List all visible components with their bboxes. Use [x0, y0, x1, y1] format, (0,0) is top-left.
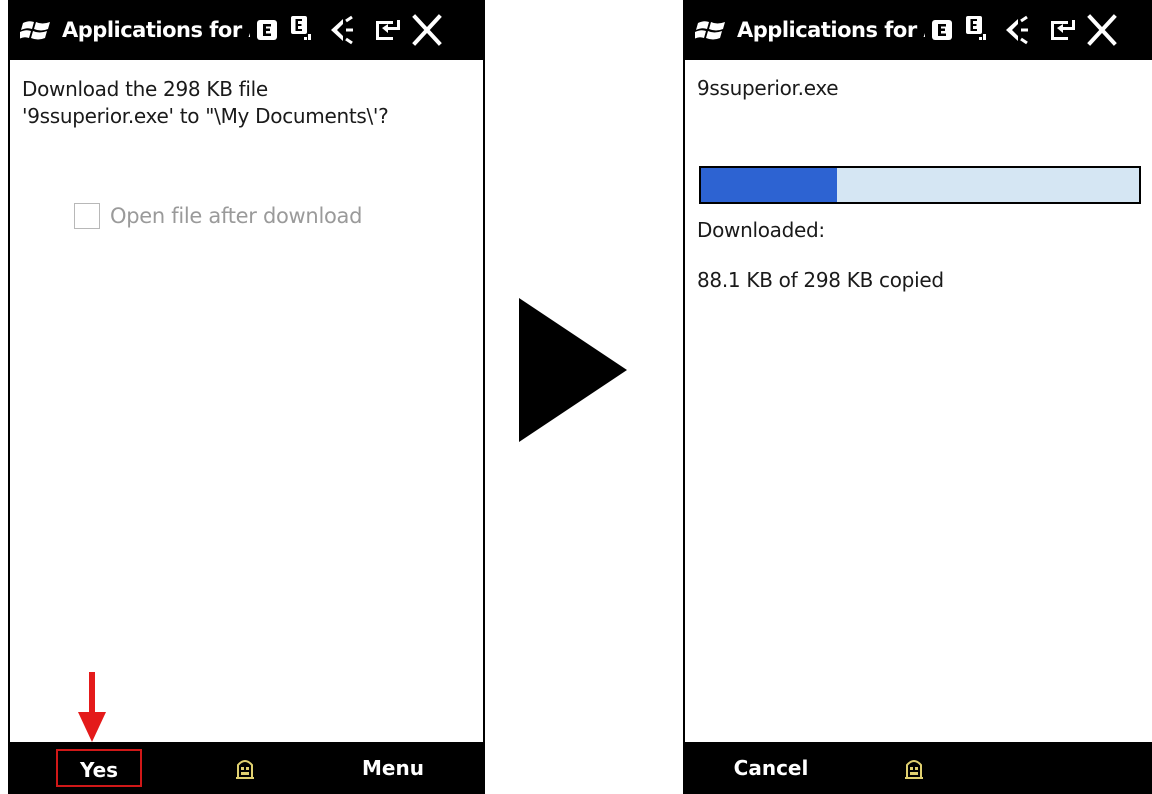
speaker-icon[interactable]	[328, 12, 354, 48]
download-progress-bar	[699, 166, 1141, 204]
softkey-bar: Yes Menu	[10, 742, 483, 794]
download-filename: 9ssuperior.exe	[697, 76, 839, 100]
e-signal-icon[interactable]	[290, 12, 312, 48]
window-title: Applications for Ac	[737, 18, 925, 42]
e-network-icon[interactable]	[256, 12, 278, 48]
cancel-button[interactable]: Cancel	[721, 751, 821, 785]
e-network-icon[interactable]	[931, 12, 953, 48]
right-phone-screen: Applications for Ac	[683, 0, 1152, 794]
menu-button[interactable]: Menu	[348, 751, 438, 785]
title-bar: Applications for Ac	[685, 0, 1152, 60]
e-signal-icon[interactable]	[965, 12, 987, 48]
transition-arrow-icon	[519, 298, 627, 442]
softkey-bar: Cancel	[685, 742, 1152, 794]
copied-status: 88.1 KB of 298 KB copied	[697, 268, 944, 292]
title-bar: Applications for Ac	[10, 0, 483, 60]
open-after-download-checkbox[interactable]	[74, 203, 100, 229]
close-icon[interactable]	[412, 12, 442, 48]
download-prompt: Download the 298 KB file '9ssuperior.exe…	[22, 77, 389, 128]
window-title: Applications for Ac	[62, 18, 250, 42]
windows-logo-icon[interactable]	[695, 17, 727, 43]
battery-icon[interactable]	[372, 12, 400, 48]
speaker-icon[interactable]	[1003, 12, 1029, 48]
battery-icon[interactable]	[1047, 12, 1075, 48]
close-icon[interactable]	[1087, 12, 1117, 48]
windows-logo-icon[interactable]	[20, 17, 52, 43]
tutorial-stage: Applications for Ac	[0, 0, 1152, 794]
download-progress-fill	[701, 168, 837, 202]
open-after-download-label: Open file after download	[110, 204, 363, 228]
keyboard-icon[interactable]	[234, 756, 256, 780]
yes-button[interactable]: Yes	[56, 749, 142, 787]
downloaded-label: Downloaded:	[697, 218, 825, 242]
red-pointer-arrow-icon	[78, 672, 106, 742]
keyboard-icon[interactable]	[903, 756, 925, 780]
open-after-download-row[interactable]: Open file after download	[74, 200, 362, 232]
